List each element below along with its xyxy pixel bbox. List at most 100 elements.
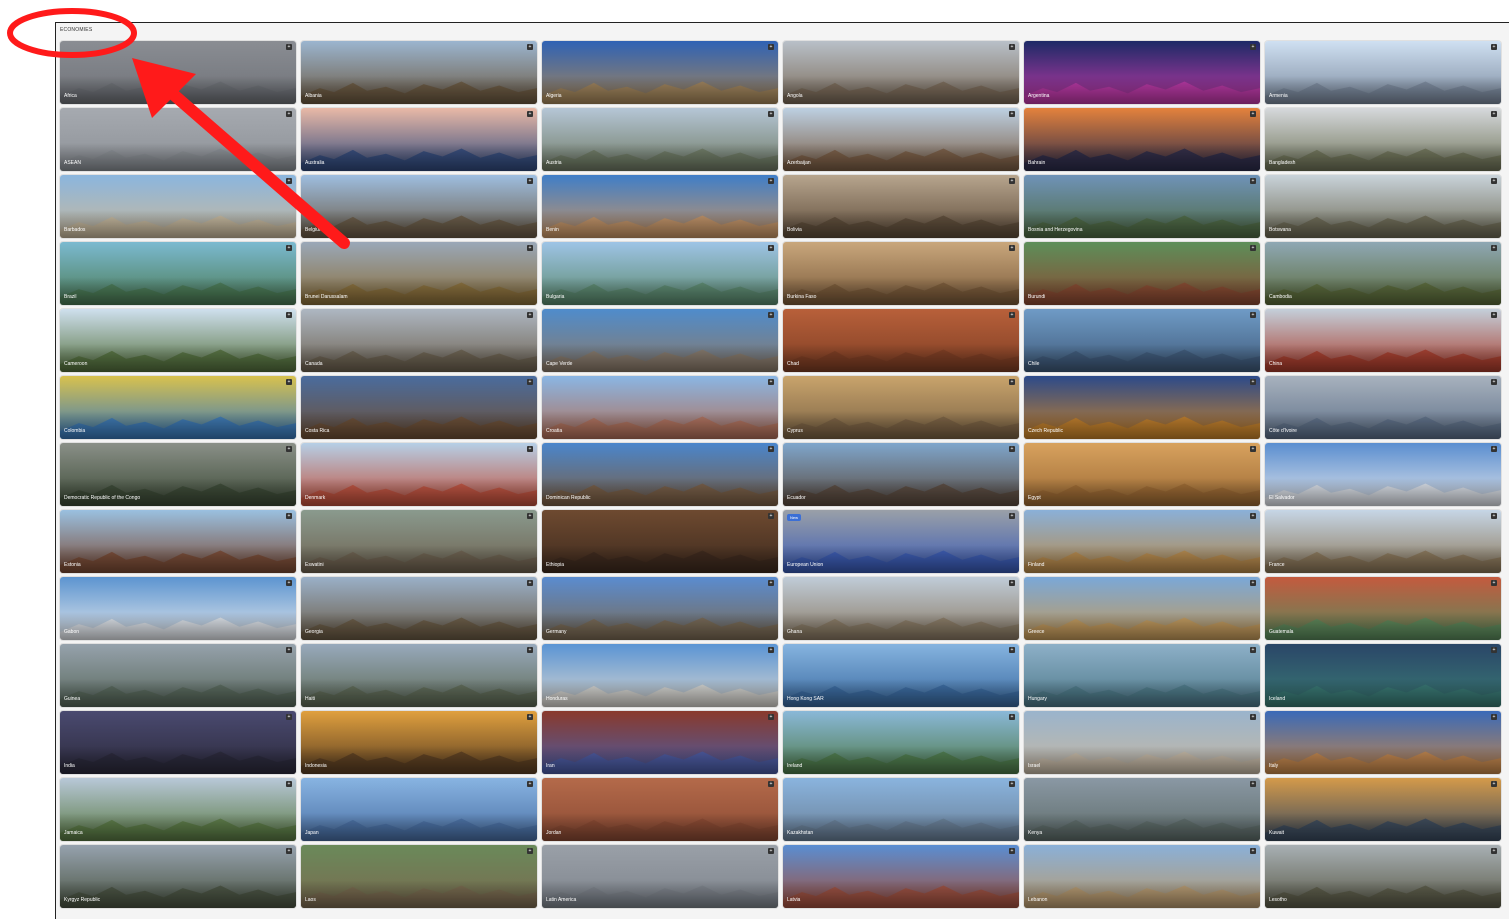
economy-tile-armenia[interactable]: + Armenia — [1265, 41, 1501, 104]
economy-tile-bangladesh[interactable]: + Bangladesh — [1265, 108, 1501, 171]
economy-tile-azerbaijan[interactable]: + Azerbaijan — [783, 108, 1019, 171]
economy-tile-croatia[interactable]: + Croatia — [542, 376, 778, 439]
economy-tile-kyrgyz-republic[interactable]: + Kyrgyz Republic — [60, 845, 296, 908]
economy-tile-guinea[interactable]: + Guinea — [60, 644, 296, 707]
economy-tile-chad[interactable]: + Chad — [783, 309, 1019, 372]
add-icon[interactable]: + — [286, 580, 292, 586]
economy-tile-democratic-republic-of-the-congo[interactable]: + Democratic Republic of the Congo — [60, 443, 296, 506]
add-icon[interactable]: + — [1009, 848, 1015, 854]
economy-tile-algeria[interactable]: + Algeria — [542, 41, 778, 104]
add-icon[interactable]: + — [527, 111, 533, 117]
economy-tile-austria[interactable]: + Austria — [542, 108, 778, 171]
add-icon[interactable]: + — [1250, 44, 1256, 50]
economy-tile-lesotho[interactable]: + Lesotho — [1265, 845, 1501, 908]
add-icon[interactable]: + — [1491, 446, 1497, 452]
economy-tile-guatemala[interactable]: + Guatemala — [1265, 577, 1501, 640]
add-icon[interactable]: + — [1009, 714, 1015, 720]
economy-tile-botswana[interactable]: + Botswana — [1265, 175, 1501, 238]
add-icon[interactable]: + — [286, 513, 292, 519]
add-icon[interactable]: + — [1250, 446, 1256, 452]
economy-tile-latvia[interactable]: + Latvia — [783, 845, 1019, 908]
add-icon[interactable]: + — [286, 111, 292, 117]
economy-tile-bulgaria[interactable]: + Bulgaria — [542, 242, 778, 305]
economy-tile-bahrain[interactable]: + Bahrain — [1024, 108, 1260, 171]
economy-tile-bolivia[interactable]: + Bolivia — [783, 175, 1019, 238]
add-icon[interactable]: + — [1491, 714, 1497, 720]
add-icon[interactable]: + — [527, 178, 533, 184]
economy-tile-chile[interactable]: + Chile — [1024, 309, 1260, 372]
add-icon[interactable]: + — [527, 245, 533, 251]
economy-tile-canada[interactable]: + Canada — [301, 309, 537, 372]
economy-tile-burkina-faso[interactable]: + Burkina Faso — [783, 242, 1019, 305]
economy-tile-ecuador[interactable]: + Ecuador — [783, 443, 1019, 506]
add-icon[interactable]: + — [286, 781, 292, 787]
add-icon[interactable]: + — [527, 647, 533, 653]
add-icon[interactable]: + — [286, 178, 292, 184]
economy-tile-jamaica[interactable]: + Jamaica — [60, 778, 296, 841]
add-icon[interactable]: + — [1491, 513, 1497, 519]
economy-tile-hong-kong-sar[interactable]: + Hong Kong SAR — [783, 644, 1019, 707]
economy-tile-belgium[interactable]: + Belgium — [301, 175, 537, 238]
economy-tile-egypt[interactable]: + Egypt — [1024, 443, 1260, 506]
economy-tile-estonia[interactable]: + Estonia — [60, 510, 296, 573]
add-icon[interactable]: + — [1250, 848, 1256, 854]
economy-tile-bosnia-and-herzegovina[interactable]: + Bosnia and Herzegovina — [1024, 175, 1260, 238]
add-icon[interactable]: + — [286, 245, 292, 251]
add-icon[interactable]: + — [768, 848, 774, 854]
add-icon[interactable]: + — [1009, 178, 1015, 184]
add-icon[interactable]: + — [1009, 312, 1015, 318]
economy-tile-japan[interactable]: + Japan — [301, 778, 537, 841]
economy-tile-cameroon[interactable]: + Cameroon — [60, 309, 296, 372]
add-icon[interactable]: + — [1009, 446, 1015, 452]
add-icon[interactable]: + — [1491, 111, 1497, 117]
add-icon[interactable]: + — [527, 379, 533, 385]
add-icon[interactable]: + — [1009, 647, 1015, 653]
economy-tile-laos[interactable]: + Laos — [301, 845, 537, 908]
add-icon[interactable]: + — [1491, 178, 1497, 184]
add-icon[interactable]: + — [1009, 44, 1015, 50]
add-icon[interactable]: + — [1009, 111, 1015, 117]
economy-tile-el-salvador[interactable]: + El Salvador — [1265, 443, 1501, 506]
economy-tile-finland[interactable]: + Finland — [1024, 510, 1260, 573]
add-icon[interactable]: + — [1250, 379, 1256, 385]
add-icon[interactable]: + — [1009, 781, 1015, 787]
add-icon[interactable]: + — [286, 446, 292, 452]
economy-tile-brazil[interactable]: + Brazil — [60, 242, 296, 305]
add-icon[interactable]: + — [768, 714, 774, 720]
economy-tile-jordan[interactable]: + Jordan — [542, 778, 778, 841]
economy-tile-haiti[interactable]: + Haiti — [301, 644, 537, 707]
economy-tile-greece[interactable]: + Greece — [1024, 577, 1260, 640]
economy-tile-eswatini[interactable]: + Eswatini — [301, 510, 537, 573]
add-icon[interactable]: + — [768, 647, 774, 653]
economy-tile-kuwait[interactable]: + Kuwait — [1265, 778, 1501, 841]
economy-tile-africa[interactable]: + Africa — [60, 41, 296, 104]
economy-tile-dominican-republic[interactable]: + Dominican Republic — [542, 443, 778, 506]
economy-tile-ethiopia[interactable]: + Ethiopia — [542, 510, 778, 573]
economy-tile-ghana[interactable]: + Ghana — [783, 577, 1019, 640]
economy-tile-kenya[interactable]: + Kenya — [1024, 778, 1260, 841]
economy-tile-european-union[interactable]: + New European Union — [783, 510, 1019, 573]
add-icon[interactable]: + — [1491, 312, 1497, 318]
economy-tile-china[interactable]: + China — [1265, 309, 1501, 372]
add-icon[interactable]: + — [527, 44, 533, 50]
economy-tile-gabon[interactable]: + Gabon — [60, 577, 296, 640]
economy-tile-brunei-darussalam[interactable]: + Brunei Darussalam — [301, 242, 537, 305]
economy-tile-iran[interactable]: + Iran — [542, 711, 778, 774]
economy-tile-iceland[interactable]: + Iceland — [1265, 644, 1501, 707]
add-icon[interactable]: + — [1009, 379, 1015, 385]
add-icon[interactable]: + — [1491, 647, 1497, 653]
add-icon[interactable]: + — [1491, 781, 1497, 787]
add-icon[interactable]: + — [768, 580, 774, 586]
add-icon[interactable]: + — [1250, 178, 1256, 184]
economy-tile-barbados[interactable]: + Barbados — [60, 175, 296, 238]
economy-tile-lebanon[interactable]: + Lebanon — [1024, 845, 1260, 908]
economy-tile-indonesia[interactable]: + Indonesia — [301, 711, 537, 774]
add-icon[interactable]: + — [1009, 580, 1015, 586]
add-icon[interactable]: + — [286, 647, 292, 653]
add-icon[interactable]: + — [527, 312, 533, 318]
economy-tile-georgia[interactable]: + Georgia — [301, 577, 537, 640]
add-icon[interactable]: + — [1491, 245, 1497, 251]
economy-tile-cambodia[interactable]: + Cambodia — [1265, 242, 1501, 305]
add-icon[interactable]: + — [1250, 580, 1256, 586]
add-icon[interactable]: + — [768, 513, 774, 519]
